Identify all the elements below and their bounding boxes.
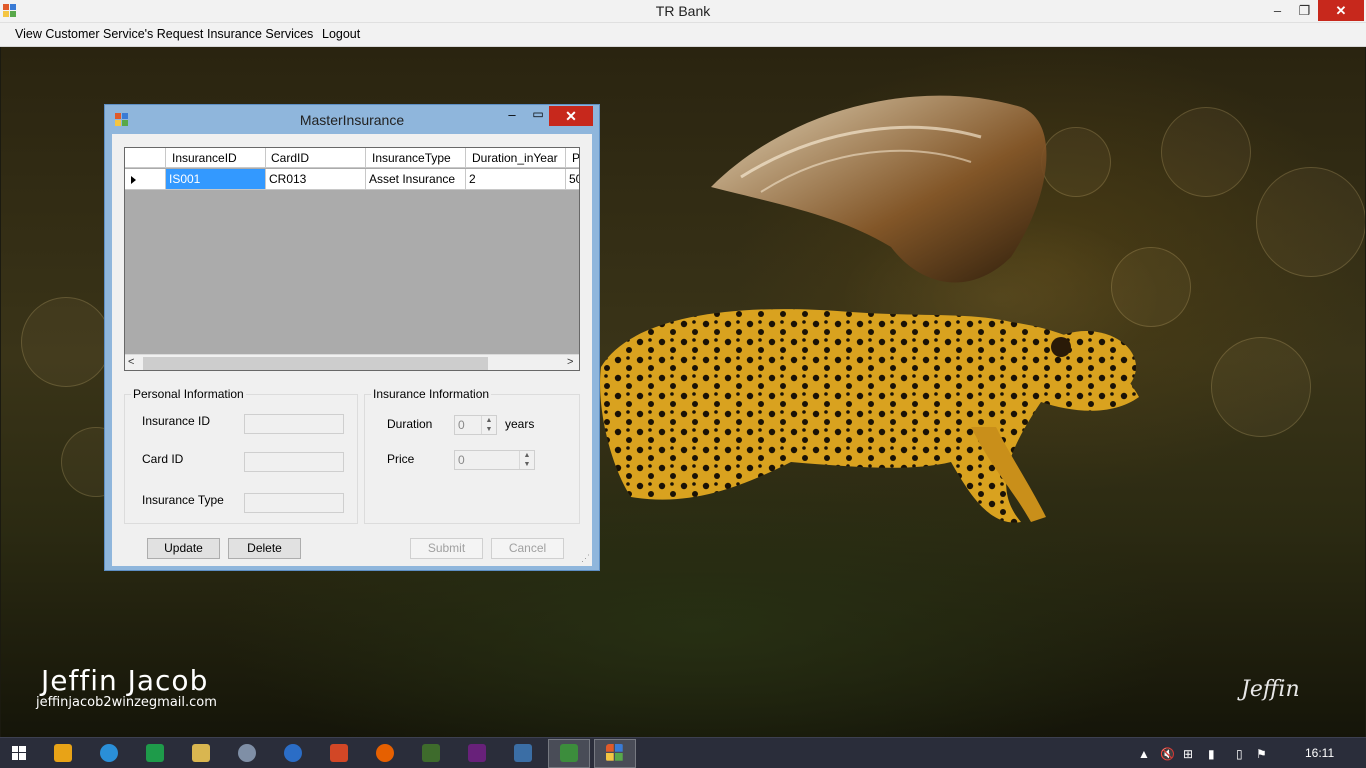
personal-information-group: Personal Information Insurance ID Card I… — [124, 387, 358, 524]
spin-down-icon[interactable]: ▼ — [482, 425, 496, 434]
dialog-close-button[interactable]: ✕ — [549, 106, 593, 126]
file-explorer-icon[interactable] — [192, 744, 210, 762]
price-stepper[interactable]: 0 ▲ ▼ — [454, 450, 535, 470]
price-spin-buttons[interactable]: ▲ ▼ — [519, 451, 534, 469]
dialog-maximize-button[interactable]: ▭ — [525, 107, 551, 127]
browser-icon[interactable] — [284, 744, 302, 762]
horizontal-scrollbar[interactable]: < > — [125, 354, 579, 370]
clock[interactable]: 16:11 — [1305, 746, 1334, 760]
signature-email: jeffinjacob2winzegmail.com — [36, 695, 217, 710]
column-header-cardid[interactable]: CardID — [266, 148, 366, 168]
spin-up-icon[interactable]: ▲ — [482, 416, 496, 425]
insurance-data-grid[interactable]: InsuranceID CardID InsuranceType Duratio… — [124, 147, 580, 371]
price-label: Price — [387, 452, 415, 466]
dialog-minimize-button[interactable]: – — [499, 107, 525, 127]
firefox-icon[interactable] — [376, 744, 394, 762]
insurance-information-title: Insurance Information — [371, 387, 492, 401]
paint-icon[interactable] — [238, 744, 256, 762]
media-player-icon[interactable] — [54, 744, 72, 762]
grid-row-header-corner — [125, 148, 166, 168]
restore-button[interactable]: ❐ — [1291, 0, 1318, 21]
column-header-insurancetype[interactable]: InsuranceType — [366, 148, 466, 168]
close-button[interactable]: ✕ — [1318, 0, 1364, 21]
powerpoint-icon[interactable] — [330, 744, 348, 762]
scroll-right-arrow-icon[interactable]: > — [567, 356, 573, 368]
trbank-app-icon[interactable] — [606, 744, 624, 762]
card-id-label: Card ID — [142, 452, 184, 466]
network-icon[interactable]: ▮ — [1208, 747, 1215, 761]
tray-overflow-icon[interactable]: ▲ — [1138, 747, 1150, 761]
table-row[interactable]: IS001 CR013 Asset Insurance 2 50 — [125, 169, 579, 190]
wallpaper-bokeh — [1161, 107, 1251, 197]
column-header-insuranceid[interactable]: InsuranceID — [166, 148, 266, 168]
duration-value: 0 — [458, 418, 465, 432]
sql-tool-icon[interactable] — [514, 744, 532, 762]
spin-up-icon[interactable]: ▲ — [520, 451, 534, 460]
wallpaper-bokeh — [21, 297, 111, 387]
update-button[interactable]: Update — [147, 538, 220, 559]
cell-price[interactable]: 50 — [566, 169, 579, 189]
signature-logo: Jeffin — [1241, 677, 1300, 702]
insurance-type-field[interactable] — [244, 493, 344, 513]
app-title-bar: TR Bank – ❐ ✕ — [0, 0, 1366, 23]
column-header-price[interactable]: P — [566, 148, 579, 168]
card-id-field[interactable] — [244, 452, 344, 472]
column-header-duration-inyear[interactable]: Duration_inYear — [466, 148, 566, 168]
menu-insurance-services[interactable]: Insurance Services — [207, 27, 313, 41]
cell-insurancetype[interactable]: Asset Insurance — [366, 169, 466, 189]
dreamweaver-icon[interactable] — [422, 744, 440, 762]
visual-studio-icon[interactable] — [468, 744, 486, 762]
insurance-id-label: Insurance ID — [142, 414, 211, 428]
menu-view-customer-service-request[interactable]: View Customer Service's Request — [15, 27, 203, 41]
delete-button[interactable]: Delete — [228, 538, 301, 559]
duration-label: Duration — [387, 417, 433, 431]
scroll-left-arrow-icon[interactable]: < — [128, 356, 134, 368]
signature-name: Jeffin Jacob — [41, 664, 209, 697]
dialog-title-bar[interactable]: MasterInsurance – ▭ ✕ — [105, 105, 599, 133]
submit-button[interactable]: Submit — [410, 538, 483, 559]
personal-information-title: Personal Information — [131, 387, 246, 401]
cell-insuranceid[interactable]: IS001 — [166, 169, 266, 189]
menu-bar: View Customer Service's Request Insuranc… — [0, 23, 1366, 47]
windows-tray-icon[interactable]: ⊞ — [1183, 747, 1193, 761]
current-row-arrow-icon — [131, 176, 136, 184]
insurance-id-field[interactable] — [244, 414, 344, 434]
minimize-button[interactable]: – — [1264, 0, 1291, 21]
action-center-flag-icon[interactable]: ⚑ — [1256, 747, 1267, 761]
store-icon[interactable] — [146, 744, 164, 762]
master-insurance-window: MasterInsurance – ▭ ✕ InsuranceID CardID… — [104, 104, 600, 571]
app-title: TR Bank — [655, 3, 711, 19]
duration-stepper[interactable]: 0 ▲ ▼ — [454, 415, 497, 435]
csharp-project-icon[interactable] — [560, 744, 578, 762]
volume-muted-icon[interactable]: 🔇 — [1160, 747, 1175, 761]
wallpaper-bokeh — [1211, 337, 1311, 437]
grid-header: InsuranceID CardID InsuranceType Duratio… — [125, 148, 579, 168]
duration-spin-buttons[interactable]: ▲ ▼ — [481, 416, 496, 434]
internet-explorer-icon[interactable] — [100, 744, 118, 762]
scrollbar-thumb[interactable] — [143, 357, 488, 370]
taskbar: ▲ 🔇 ⊞ ▮ ▯ ⚑ 16:11 — [0, 737, 1366, 768]
insurance-type-label: Insurance Type — [142, 493, 224, 507]
cell-duration[interactable]: 2 — [466, 169, 566, 189]
menu-logout[interactable]: Logout — [322, 27, 360, 41]
cancel-button[interactable]: Cancel — [491, 538, 564, 559]
duration-unit-label: years — [505, 417, 535, 431]
dialog-body: InsuranceID CardID InsuranceType Duratio… — [112, 134, 592, 566]
cheetah-wallpaper-image — [600, 95, 1139, 523]
price-value: 0 — [458, 453, 465, 467]
insurance-information-group: Insurance Information Duration 0 ▲ ▼ yea… — [364, 387, 580, 524]
battery-icon[interactable]: ▯ — [1236, 747, 1243, 761]
wallpaper-bokeh — [1256, 167, 1365, 277]
cell-cardid[interactable]: CR013 — [266, 169, 366, 189]
row-header[interactable] — [125, 169, 166, 189]
resize-grip-icon[interactable]: ⋰ — [581, 553, 590, 564]
spin-down-icon[interactable]: ▼ — [520, 460, 534, 469]
windows-start-icon[interactable] — [12, 746, 26, 760]
